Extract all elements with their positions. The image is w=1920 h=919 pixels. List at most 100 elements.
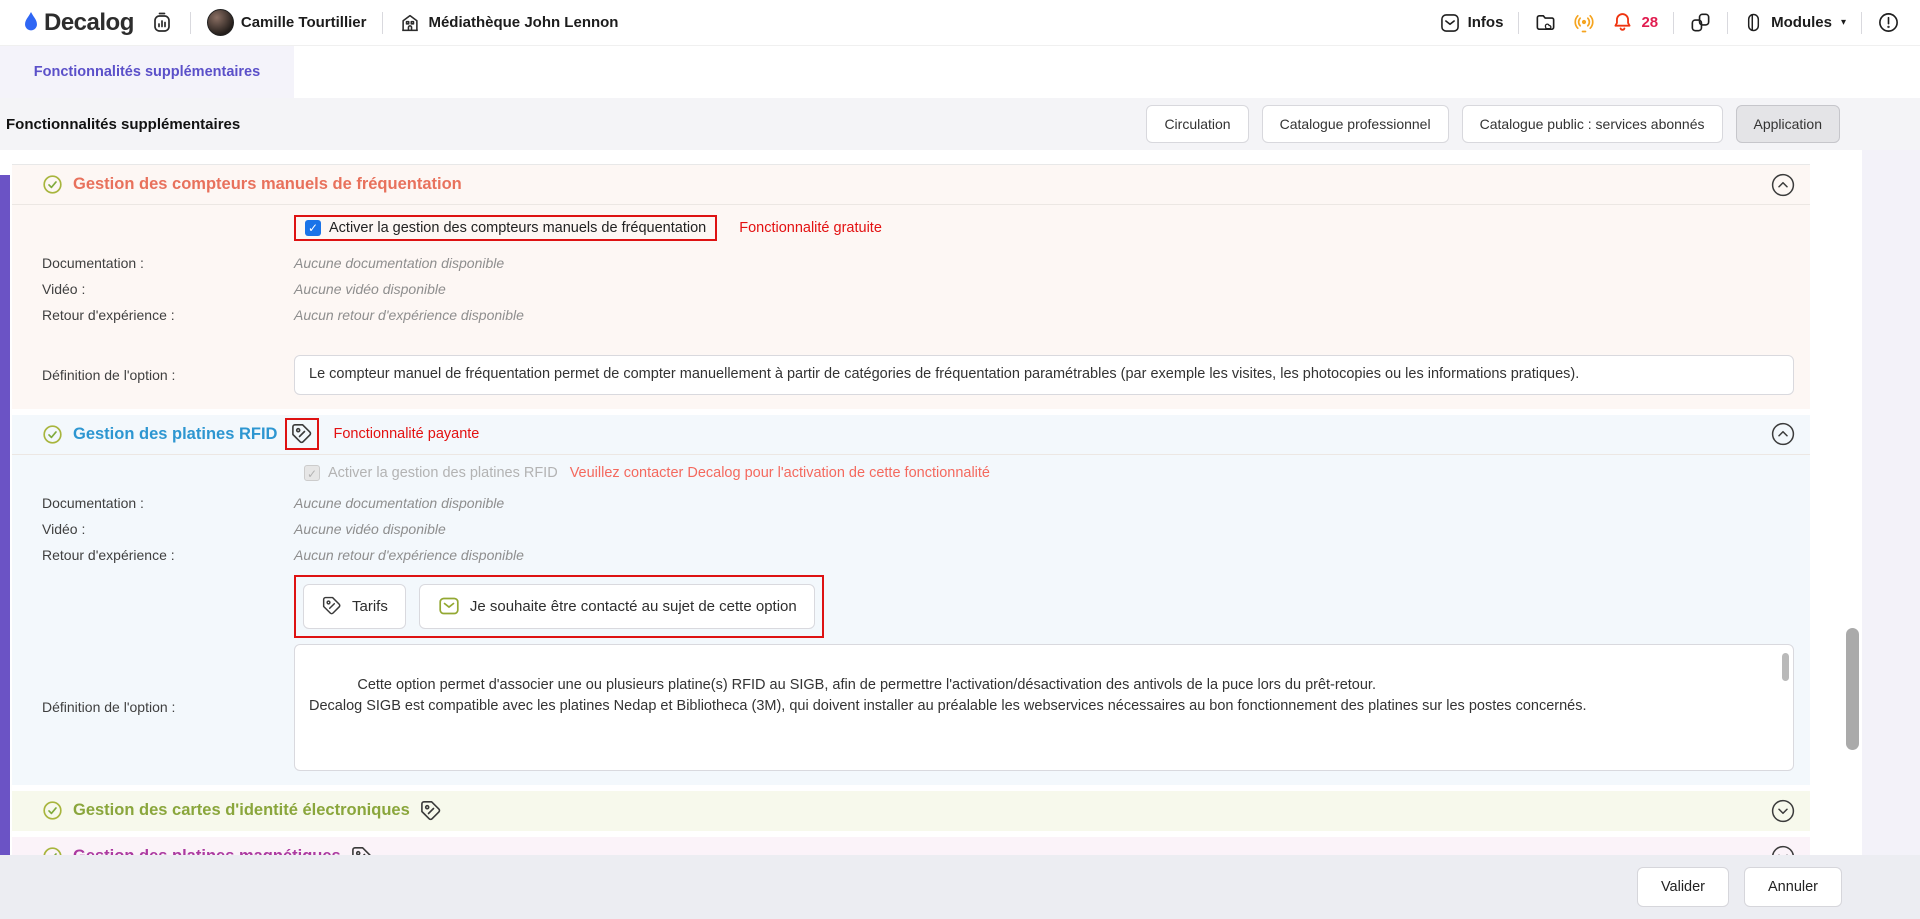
retour-label: Retour d'expérience : xyxy=(42,307,294,323)
divider xyxy=(1861,12,1862,34)
divider xyxy=(190,12,191,34)
definition-label: Définition de l'option : xyxy=(42,699,294,715)
infos-button[interactable]: Infos xyxy=(1439,12,1504,34)
tarifs-button[interactable]: Tarifs xyxy=(303,584,406,629)
checkbox-label: Activer la gestion des platines RFID xyxy=(328,465,558,481)
activer-rfid-checkbox-disabled: ✓ xyxy=(304,465,320,481)
main-content: Gestion des compteurs manuels de fréquen… xyxy=(0,150,1862,855)
section-platines-magnetiques: Gestion des platines magnétiques xyxy=(12,837,1810,856)
section-header[interactable]: Gestion des compteurs manuels de fréquen… xyxy=(12,165,1810,205)
envelope-icon xyxy=(437,594,461,618)
video-value: Aucune vidéo disponible xyxy=(294,521,446,537)
divider xyxy=(1518,12,1519,34)
section-header[interactable]: Gestion des platines magnétiques xyxy=(12,837,1810,856)
section-header[interactable]: Gestion des platines RFID Fonctionnalité… xyxy=(12,415,1810,455)
logo-text: Decalog xyxy=(44,9,134,37)
modules-icon xyxy=(1743,12,1764,33)
paid-feature-note: Fonctionnalité payante xyxy=(333,426,479,442)
tag-icon xyxy=(321,595,343,617)
modules-menu[interactable]: Modules ▾ xyxy=(1743,12,1846,33)
check-circle-icon xyxy=(42,846,63,855)
valider-button[interactable]: Valider xyxy=(1637,867,1729,907)
chevron-up-icon[interactable] xyxy=(1770,421,1796,447)
free-feature-note: Fonctionnalité gratuite xyxy=(739,220,882,236)
annotation-box: ✓ Activer la gestion des compteurs manue… xyxy=(294,215,717,241)
contact-button-label: Je souhaite être contacté au sujet de ce… xyxy=(470,598,797,615)
annuler-button[interactable]: Annuler xyxy=(1744,867,1842,907)
section-platines-rfid: Gestion des platines RFID Fonctionnalité… xyxy=(12,415,1810,785)
divider xyxy=(1673,12,1674,34)
section-title: Gestion des cartes d'identité électroniq… xyxy=(73,801,410,820)
retour-value: Aucun retour d'expérience disponible xyxy=(294,307,524,323)
tarifs-button-label: Tarifs xyxy=(352,598,388,615)
chevron-down-icon[interactable] xyxy=(1770,798,1796,824)
folder-icon[interactable] xyxy=(1534,11,1557,34)
library-selector[interactable]: Médiathèque John Lennon xyxy=(399,12,618,34)
section-body: ✓ Activer la gestion des compteurs manue… xyxy=(12,205,1810,409)
documentation-value: Aucune documentation disponible xyxy=(294,495,504,511)
retour-label: Retour d'expérience : xyxy=(42,547,294,563)
contact-warning: Veuillez contacter Decalog pour l'activa… xyxy=(570,465,990,481)
circulation-button[interactable]: Circulation xyxy=(1146,105,1248,143)
section-title: Gestion des platines RFID xyxy=(73,425,277,444)
top-header: Decalog Camille Tourtillier xyxy=(0,0,1920,46)
vertical-scrollbar[interactable] xyxy=(1846,628,1859,750)
section-header[interactable]: Gestion des cartes d'identité électroniq… xyxy=(12,791,1810,831)
decalog-logo[interactable]: Decalog xyxy=(20,9,134,37)
check-circle-icon xyxy=(42,174,63,195)
chevron-down-icon[interactable] xyxy=(1770,844,1796,856)
link-icon[interactable] xyxy=(1689,11,1712,34)
modules-label: Modules xyxy=(1771,14,1832,31)
user-menu[interactable]: Camille Tourtillier xyxy=(207,9,367,36)
scope-buttons: Circulation Catalogue professionnel Cata… xyxy=(1146,105,1840,143)
documentation-value: Aucune documentation disponible xyxy=(294,255,504,271)
activer-compteurs-checkbox[interactable]: ✓ xyxy=(305,220,321,236)
application-button[interactable]: Application xyxy=(1736,105,1841,143)
footer-bar: Valider Annuler xyxy=(0,855,1920,919)
infos-label: Infos xyxy=(1468,14,1504,31)
avatar xyxy=(207,9,234,36)
chevron-up-icon[interactable] xyxy=(1770,172,1796,198)
tag-icon[interactable] xyxy=(290,422,314,446)
retour-value: Aucun retour d'expérience disponible xyxy=(294,547,524,563)
video-label: Vidéo : xyxy=(42,521,294,537)
check-circle-icon xyxy=(42,424,63,445)
video-value: Aucune vidéo disponible xyxy=(294,281,446,297)
tag-icon[interactable] xyxy=(350,845,374,856)
checkbox-label[interactable]: Activer la gestion des compteurs manuels… xyxy=(329,220,706,236)
section-compteurs-frequentation: Gestion des compteurs manuels de fréquen… xyxy=(12,165,1810,409)
tab-fonctionnalites-supplementaires[interactable]: Fonctionnalités supplémentaires xyxy=(0,46,294,98)
right-margin xyxy=(1862,150,1920,919)
tab-strip: Fonctionnalités supplémentaires xyxy=(0,46,1920,98)
left-accent-scrollbar[interactable] xyxy=(0,175,10,855)
logo-droplet-icon xyxy=(20,10,42,36)
tag-icon[interactable] xyxy=(419,799,443,823)
page-bar: Fonctionnalités supplémentaires Circulat… xyxy=(0,98,1920,150)
documentation-label: Documentation : xyxy=(42,255,294,271)
definition-textarea[interactable]: Le compteur manuel de fréquentation perm… xyxy=(294,355,1794,395)
section-cartes-identite: Gestion des cartes d'identité électroniq… xyxy=(12,791,1810,831)
building-icon xyxy=(399,12,421,34)
meter-icon[interactable] xyxy=(150,11,174,35)
contact-option-button[interactable]: Je souhaite être contacté au sujet de ce… xyxy=(419,584,815,629)
definition-label: Définition de l'option : xyxy=(42,367,294,383)
section-title: Gestion des platines magnétiques xyxy=(73,847,341,855)
section-title: Gestion des compteurs manuels de fréquen… xyxy=(73,175,462,194)
info-circle-icon[interactable] xyxy=(1877,11,1900,34)
video-label: Vidéo : xyxy=(42,281,294,297)
textarea-scrollbar[interactable] xyxy=(1782,653,1789,681)
documentation-label: Documentation : xyxy=(42,495,294,511)
signal-icon[interactable] xyxy=(1572,11,1596,35)
divider xyxy=(382,12,383,34)
check-circle-icon xyxy=(42,800,63,821)
annotation-box: Tarifs Je souhaite être contacté au suje… xyxy=(294,575,824,638)
library-name: Médiathèque John Lennon xyxy=(428,14,618,31)
definition-textarea[interactable]: Cette option permet d'associer une ou pl… xyxy=(294,644,1794,771)
notifications-count: 28 xyxy=(1641,14,1658,31)
notifications-button[interactable]: 28 xyxy=(1611,11,1658,34)
section-body: ✓ Activer la gestion des platines RFID V… xyxy=(12,455,1810,785)
catalogue-professionnel-button[interactable]: Catalogue professionnel xyxy=(1262,105,1449,143)
catalogue-public-button[interactable]: Catalogue public : services abonnés xyxy=(1462,105,1723,143)
caret-down-icon: ▾ xyxy=(1841,17,1846,28)
bell-icon xyxy=(1611,11,1634,34)
